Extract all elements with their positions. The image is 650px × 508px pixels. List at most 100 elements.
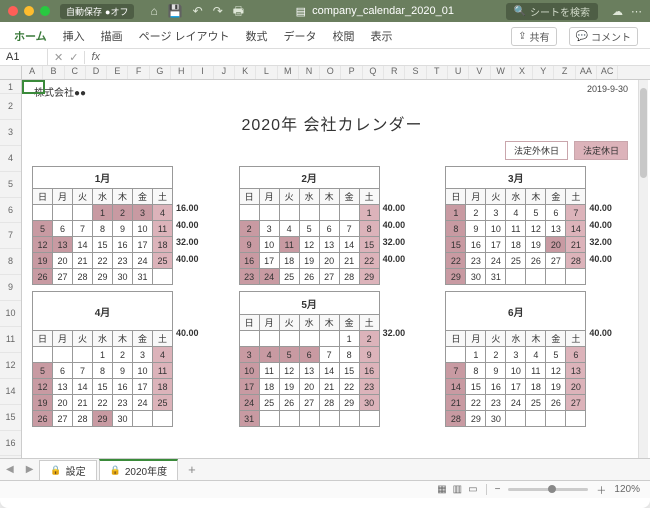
day-cell[interactable]: 3 bbox=[486, 205, 506, 221]
day-cell[interactable] bbox=[359, 411, 379, 427]
day-cell[interactable]: 1 bbox=[446, 205, 466, 221]
ribbon-tab-layout[interactable]: ページ レイアウト bbox=[137, 26, 232, 46]
day-cell[interactable]: 15 bbox=[446, 237, 466, 253]
tab-nav-prev[interactable]: ◀ bbox=[0, 464, 20, 475]
undo-icon[interactable]: ↶ bbox=[193, 5, 203, 17]
day-cell[interactable]: 29 bbox=[93, 411, 113, 427]
day-cell[interactable] bbox=[73, 347, 93, 363]
day-cell[interactable] bbox=[299, 331, 319, 347]
select-all-corner[interactable] bbox=[0, 66, 22, 79]
day-cell[interactable]: 5 bbox=[33, 363, 53, 379]
day-cell[interactable]: 14 bbox=[73, 237, 93, 253]
col-header[interactable]: E bbox=[107, 66, 128, 79]
day-cell[interactable]: 29 bbox=[93, 269, 113, 285]
row-header[interactable]: 3 bbox=[0, 120, 21, 146]
column-headers[interactable]: ABCDEFGHIJKLMNOPQRSTUVWXYZAAAC bbox=[0, 66, 650, 80]
day-cell[interactable]: 27 bbox=[53, 411, 73, 427]
row-headers[interactable]: 123456789101112141516 bbox=[0, 80, 22, 458]
day-cell[interactable]: 28 bbox=[319, 395, 339, 411]
autosave-toggle[interactable]: 自動保存 ●オフ bbox=[60, 4, 134, 19]
day-cell[interactable]: 28 bbox=[446, 411, 466, 427]
day-cell[interactable]: 11 bbox=[506, 221, 526, 237]
day-cell[interactable]: 21 bbox=[73, 253, 93, 269]
day-cell[interactable]: 31 bbox=[133, 269, 153, 285]
day-cell[interactable]: 21 bbox=[566, 237, 586, 253]
day-cell[interactable]: 22 bbox=[93, 253, 113, 269]
col-header[interactable]: G bbox=[150, 66, 171, 79]
day-cell[interactable]: 27 bbox=[53, 269, 73, 285]
day-cell[interactable]: 7 bbox=[446, 363, 466, 379]
sheet-search[interactable]: 🔍 シートを検索 bbox=[506, 3, 598, 20]
day-cell[interactable]: 30 bbox=[486, 411, 506, 427]
day-cell[interactable]: 2 bbox=[359, 331, 379, 347]
day-cell[interactable]: 1 bbox=[466, 347, 486, 363]
day-cell[interactable] bbox=[526, 411, 546, 427]
day-cell[interactable]: 30 bbox=[466, 269, 486, 285]
day-cell[interactable]: 10 bbox=[133, 221, 153, 237]
day-cell[interactable]: 1 bbox=[339, 331, 359, 347]
day-cell[interactable]: 16 bbox=[466, 237, 486, 253]
day-cell[interactable]: 18 bbox=[259, 379, 279, 395]
day-cell[interactable]: 4 bbox=[506, 205, 526, 221]
sheet-tab-2020[interactable]: 🔒2020年度 bbox=[99, 459, 178, 480]
day-cell[interactable] bbox=[446, 347, 466, 363]
row-header[interactable]: 15 bbox=[0, 405, 21, 431]
col-header[interactable]: H bbox=[171, 66, 192, 79]
day-cell[interactable]: 9 bbox=[359, 347, 379, 363]
day-cell[interactable]: 9 bbox=[239, 237, 259, 253]
day-cell[interactable]: 31 bbox=[239, 411, 259, 427]
day-cell[interactable]: 18 bbox=[153, 379, 173, 395]
col-header[interactable]: L bbox=[256, 66, 277, 79]
day-cell[interactable]: 20 bbox=[546, 237, 566, 253]
day-cell[interactable]: 26 bbox=[299, 269, 319, 285]
day-cell[interactable]: 30 bbox=[359, 395, 379, 411]
day-cell[interactable]: 20 bbox=[299, 379, 319, 395]
day-cell[interactable]: 20 bbox=[53, 395, 73, 411]
day-cell[interactable]: 9 bbox=[486, 363, 506, 379]
confirm-icon[interactable]: ✓ bbox=[69, 51, 78, 64]
day-cell[interactable]: 24 bbox=[239, 395, 259, 411]
day-cell[interactable] bbox=[566, 269, 586, 285]
day-cell[interactable] bbox=[319, 205, 339, 221]
day-cell[interactable]: 14 bbox=[566, 221, 586, 237]
day-cell[interactable] bbox=[259, 205, 279, 221]
day-cell[interactable]: 23 bbox=[486, 395, 506, 411]
day-cell[interactable]: 26 bbox=[33, 411, 53, 427]
day-cell[interactable]: 27 bbox=[546, 253, 566, 269]
day-cell[interactable]: 29 bbox=[466, 411, 486, 427]
row-header[interactable]: 6 bbox=[0, 198, 21, 224]
scrollbar-thumb[interactable] bbox=[640, 88, 647, 178]
day-cell[interactable]: 15 bbox=[466, 379, 486, 395]
zoom-in-button[interactable]: ＋ bbox=[596, 482, 606, 497]
day-cell[interactable]: 24 bbox=[486, 253, 506, 269]
day-cell[interactable]: 28 bbox=[73, 269, 93, 285]
day-cell[interactable]: 2 bbox=[113, 205, 133, 221]
day-cell[interactable]: 20 bbox=[319, 253, 339, 269]
day-cell[interactable]: 23 bbox=[113, 253, 133, 269]
day-cell[interactable]: 5 bbox=[526, 205, 546, 221]
day-cell[interactable]: 15 bbox=[93, 237, 113, 253]
col-header[interactable]: AA bbox=[576, 66, 597, 79]
day-cell[interactable]: 14 bbox=[339, 237, 359, 253]
day-cell[interactable]: 8 bbox=[93, 363, 113, 379]
row-header[interactable]: 14 bbox=[0, 379, 21, 405]
day-cell[interactable] bbox=[133, 411, 153, 427]
day-cell[interactable]: 24 bbox=[133, 253, 153, 269]
day-cell[interactable]: 26 bbox=[526, 253, 546, 269]
day-cell[interactable]: 21 bbox=[319, 379, 339, 395]
day-cell[interactable] bbox=[546, 411, 566, 427]
day-cell[interactable]: 7 bbox=[339, 221, 359, 237]
day-cell[interactable]: 12 bbox=[279, 363, 299, 379]
zoom-slider[interactable] bbox=[508, 488, 588, 491]
day-cell[interactable]: 14 bbox=[319, 363, 339, 379]
day-cell[interactable]: 4 bbox=[153, 347, 173, 363]
ribbon-tab-home[interactable]: ホーム bbox=[12, 26, 49, 46]
day-cell[interactable]: 25 bbox=[153, 253, 173, 269]
day-cell[interactable] bbox=[153, 269, 173, 285]
sheet-canvas[interactable]: 株式会社●● 2019-9-30 2020年 会社カレンダー 法定外休日 法定休… bbox=[22, 80, 650, 458]
day-cell[interactable] bbox=[319, 331, 339, 347]
day-cell[interactable]: 4 bbox=[279, 221, 299, 237]
day-cell[interactable]: 28 bbox=[73, 411, 93, 427]
day-cell[interactable]: 11 bbox=[279, 237, 299, 253]
cloud-icon[interactable]: ☁ bbox=[612, 5, 623, 18]
